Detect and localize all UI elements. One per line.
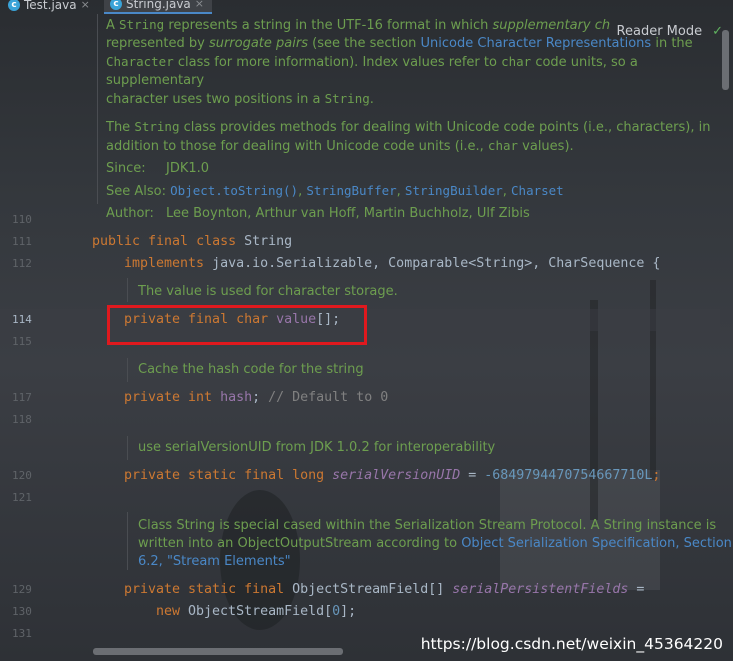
java-class-icon: c — [8, 0, 20, 11]
tab-string-java[interactable]: c String.java × — [104, 0, 212, 14]
doc-link[interactable]: StringBuffer — [306, 183, 396, 198]
field-javadoc: Cache the hash code for the string — [138, 362, 364, 377]
line-number: 110 — [12, 213, 32, 226]
line-number-gutter: 110 111 112 114 115 117 118 120 121 129 … — [0, 14, 72, 661]
line-number: 115 — [12, 335, 32, 348]
line-number-current: 114 — [12, 313, 32, 326]
close-icon[interactable]: × — [81, 0, 90, 11]
horizontal-scrollbar[interactable] — [93, 648, 343, 655]
code-line-129[interactable]: private static final ObjectStreamField[]… — [124, 582, 644, 597]
line-number: 129 — [12, 583, 32, 596]
tab-test-java[interactable]: c Test.java × — [2, 0, 102, 14]
vertical-scrollbar[interactable] — [722, 30, 729, 90]
line-number: 118 — [12, 413, 32, 426]
editor-tab-bar: c Test.java × c String.java × — [0, 0, 733, 14]
code-line-112[interactable]: implements java.io.Serializable, Compara… — [124, 256, 660, 271]
doc-line: character uses two positions in a String… — [106, 91, 374, 107]
doc-line: represented by surrogate pairs (see the … — [106, 36, 693, 51]
line-number: 117 — [12, 391, 32, 404]
doc-link[interactable]: Unicode Character Representations — [421, 36, 652, 51]
doc-link[interactable]: Object.toString() — [170, 183, 298, 198]
line-number: 111 — [12, 235, 32, 248]
line-number: 112 — [12, 257, 32, 270]
line-number: 121 — [12, 491, 32, 504]
doc-bar — [127, 512, 128, 570]
field-javadoc: The value is used for character storage. — [138, 284, 398, 299]
watermark: https://blog.csdn.net/weixin_45364220 — [420, 635, 723, 653]
doc-line: The String class provides methods for de… — [106, 119, 711, 135]
doc-line: Character class for more information). I… — [106, 54, 638, 88]
tab-label: Test.java — [24, 0, 77, 12]
doc-since: Since: JDK1.0 — [106, 161, 210, 176]
close-icon[interactable]: × — [195, 0, 204, 10]
field-javadoc: Class String is special cased within the… — [138, 518, 732, 569]
doc-line: A String represents a string in the UTF-… — [106, 17, 611, 33]
doc-author: Author: Lee Boynton, Arthur van Hoff, Mar… — [106, 206, 530, 221]
code-line-130[interactable]: new ObjectStreamField[0]; — [156, 604, 356, 619]
highlight-box — [107, 305, 367, 345]
code-line-117[interactable]: private int hash; // Default to 0 — [124, 390, 388, 405]
code-line-111[interactable]: public final class String — [92, 234, 292, 249]
doc-link[interactable]: Charset — [511, 183, 564, 198]
doc-link[interactable]: 6.2, "Stream Elements" — [138, 554, 291, 569]
doc-bar — [97, 14, 98, 204]
code-line-120[interactable]: private static final long serialVersionU… — [124, 468, 660, 483]
doc-line: addition to those for dealing with Unico… — [106, 138, 574, 154]
doc-see-also: See Also: Object.toString(), StringBuffe… — [106, 183, 564, 199]
field-javadoc: use serialVersionUID from JDK 1.0.2 for … — [138, 440, 496, 455]
java-class-icon: c — [110, 0, 122, 10]
doc-bar — [127, 436, 128, 460]
doc-bar — [127, 278, 128, 302]
line-number: 120 — [12, 469, 32, 482]
doc-link[interactable]: Object Serialization Specification, Sect… — [461, 536, 732, 551]
tab-label: String.java — [126, 0, 191, 11]
doc-link[interactable]: StringBuilder — [405, 183, 503, 198]
line-number: 131 — [12, 627, 32, 640]
doc-bar — [127, 358, 128, 382]
class-javadoc: A String represents a string in the UTF-… — [106, 16, 733, 223]
line-number: 130 — [12, 605, 32, 618]
